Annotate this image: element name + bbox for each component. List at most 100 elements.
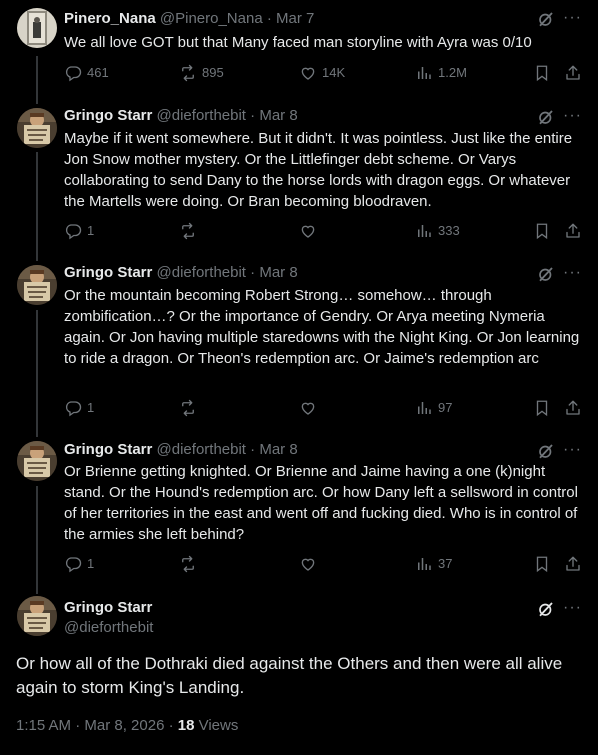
like-button[interactable]: 14K — [299, 63, 345, 83]
author-name[interactable]: Gringo Starr — [64, 107, 152, 124]
action-bar: 1 97 — [64, 398, 584, 418]
repost-icon — [179, 555, 197, 573]
repost-icon — [179, 64, 197, 82]
author-name[interactable]: Pinero_Nana — [64, 10, 156, 27]
views-button[interactable]: 37 — [415, 554, 452, 574]
grok-icon[interactable] — [537, 600, 555, 618]
views-icon — [415, 555, 433, 573]
more-icon[interactable]: ··· — [563, 441, 581, 459]
action-bar: 1 333 — [64, 221, 584, 241]
views-count: 97 — [438, 400, 453, 415]
post-date[interactable]: Mar 8 — [259, 107, 297, 124]
like-button[interactable] — [299, 554, 322, 574]
avatar[interactable] — [17, 596, 57, 636]
reply-button[interactable]: 461 — [64, 63, 109, 83]
grok-icon[interactable] — [537, 10, 555, 28]
avatar[interactable] — [17, 108, 57, 148]
post[interactable]: Pinero_Nana @Pinero_Nana · Mar 7 ··· We … — [0, 0, 598, 104]
repost-button[interactable] — [179, 554, 202, 574]
more-icon[interactable]: ··· — [563, 264, 581, 282]
views-count: 37 — [438, 556, 453, 571]
post-text: We all love GOT but that Many faced man … — [64, 34, 532, 51]
post[interactable]: Gringo Starr @dieforthebit · Mar 8 ··· M… — [0, 104, 598, 261]
reply-count: 1 — [87, 223, 95, 238]
bookmark-button[interactable] — [533, 398, 556, 418]
separator: · — [250, 441, 256, 458]
author-name[interactable]: Gringo Starr — [64, 599, 152, 616]
author-name[interactable]: Gringo Starr — [64, 441, 152, 458]
bookmark-icon — [533, 555, 551, 573]
like-button[interactable] — [299, 221, 322, 241]
repost-icon — [179, 399, 197, 417]
post-text: Or how all of the Dothraki died against … — [16, 654, 563, 697]
share-icon — [564, 399, 582, 417]
post-text: Or Brienne getting knighted. Or Brienne … — [64, 463, 578, 543]
reply-count: 1 — [87, 556, 95, 571]
separator: · — [250, 264, 256, 281]
reply-button[interactable]: 1 — [64, 398, 94, 418]
repost-icon — [179, 222, 197, 240]
post-header: Gringo Starr @dieforthebit · Mar 8 — [64, 263, 298, 283]
reply-button[interactable]: 1 — [64, 554, 94, 574]
views-button[interactable]: 97 — [415, 398, 452, 418]
share-icon — [564, 555, 582, 573]
share-button[interactable] — [564, 554, 587, 574]
author-handle[interactable]: @dieforthebit — [64, 619, 153, 636]
grok-icon[interactable] — [537, 108, 555, 126]
views-icon — [415, 64, 433, 82]
repost-count: 895 — [202, 65, 224, 80]
post-header: Gringo Starr @dieforthebit · Mar 8 — [64, 440, 298, 460]
reply-icon — [64, 399, 82, 417]
more-icon[interactable]: ··· — [563, 107, 581, 125]
views-count: 1.2M — [438, 65, 467, 80]
author-handle[interactable]: @dieforthebit — [157, 107, 246, 124]
post-text: Or the mountain becoming Robert Strong… … — [64, 287, 580, 367]
post-date[interactable]: Mar 8 — [259, 441, 297, 458]
author-name[interactable]: Gringo Starr — [64, 264, 152, 281]
separator: · — [266, 10, 272, 27]
share-icon — [564, 64, 582, 82]
bookmark-button[interactable] — [533, 554, 556, 574]
heart-icon — [299, 64, 317, 82]
views-button[interactable]: 333 — [415, 221, 460, 241]
avatar[interactable] — [17, 8, 57, 48]
reply-icon — [64, 64, 82, 82]
views-icon — [415, 222, 433, 240]
repost-button[interactable]: 895 — [179, 63, 224, 83]
avatar[interactable] — [17, 441, 57, 481]
like-button[interactable] — [299, 398, 322, 418]
grok-icon[interactable] — [537, 442, 555, 460]
more-icon[interactable]: ··· — [563, 9, 581, 27]
reply-count: 1 — [87, 400, 95, 415]
share-button[interactable] — [564, 398, 587, 418]
action-bar: 1 37 — [64, 554, 584, 574]
share-button[interactable] — [564, 221, 587, 241]
post[interactable]: Gringo Starr @dieforthebit · Mar 8 ··· O… — [0, 261, 598, 437]
main-post: Gringo Starr @dieforthebit ··· Or how al… — [0, 594, 598, 755]
views-button[interactable]: 1.2M — [415, 63, 467, 83]
bookmark-button[interactable] — [533, 221, 556, 241]
post-date[interactable]: Mar 8 — [259, 264, 297, 281]
bookmark-button[interactable] — [533, 63, 556, 83]
post-text: Maybe if it went somewhere. But it didn'… — [64, 130, 573, 210]
repost-button[interactable] — [179, 398, 202, 418]
grok-icon[interactable] — [537, 265, 555, 283]
heart-icon — [299, 399, 317, 417]
views-label: Views — [194, 717, 239, 734]
author-handle[interactable]: @dieforthebit — [157, 441, 246, 458]
bookmark-icon — [533, 64, 551, 82]
heart-icon — [299, 222, 317, 240]
more-icon[interactable]: ··· — [563, 599, 581, 617]
post[interactable]: Gringo Starr @dieforthebit · Mar 8 ··· O… — [0, 437, 598, 594]
repost-button[interactable] — [179, 221, 202, 241]
post-date[interactable]: Mar 7 — [276, 10, 314, 27]
reply-icon — [64, 222, 82, 240]
author-handle[interactable]: @dieforthebit — [157, 264, 246, 281]
author-handle[interactable]: @Pinero_Nana — [160, 10, 263, 27]
reply-icon — [64, 555, 82, 573]
reply-button[interactable]: 1 — [64, 221, 94, 241]
post-timestamp[interactable]: 1:15 AM · Mar 8, 2026 · — [16, 717, 178, 734]
views-icon — [415, 399, 433, 417]
avatar[interactable] — [17, 265, 57, 305]
share-button[interactable] — [564, 63, 587, 83]
